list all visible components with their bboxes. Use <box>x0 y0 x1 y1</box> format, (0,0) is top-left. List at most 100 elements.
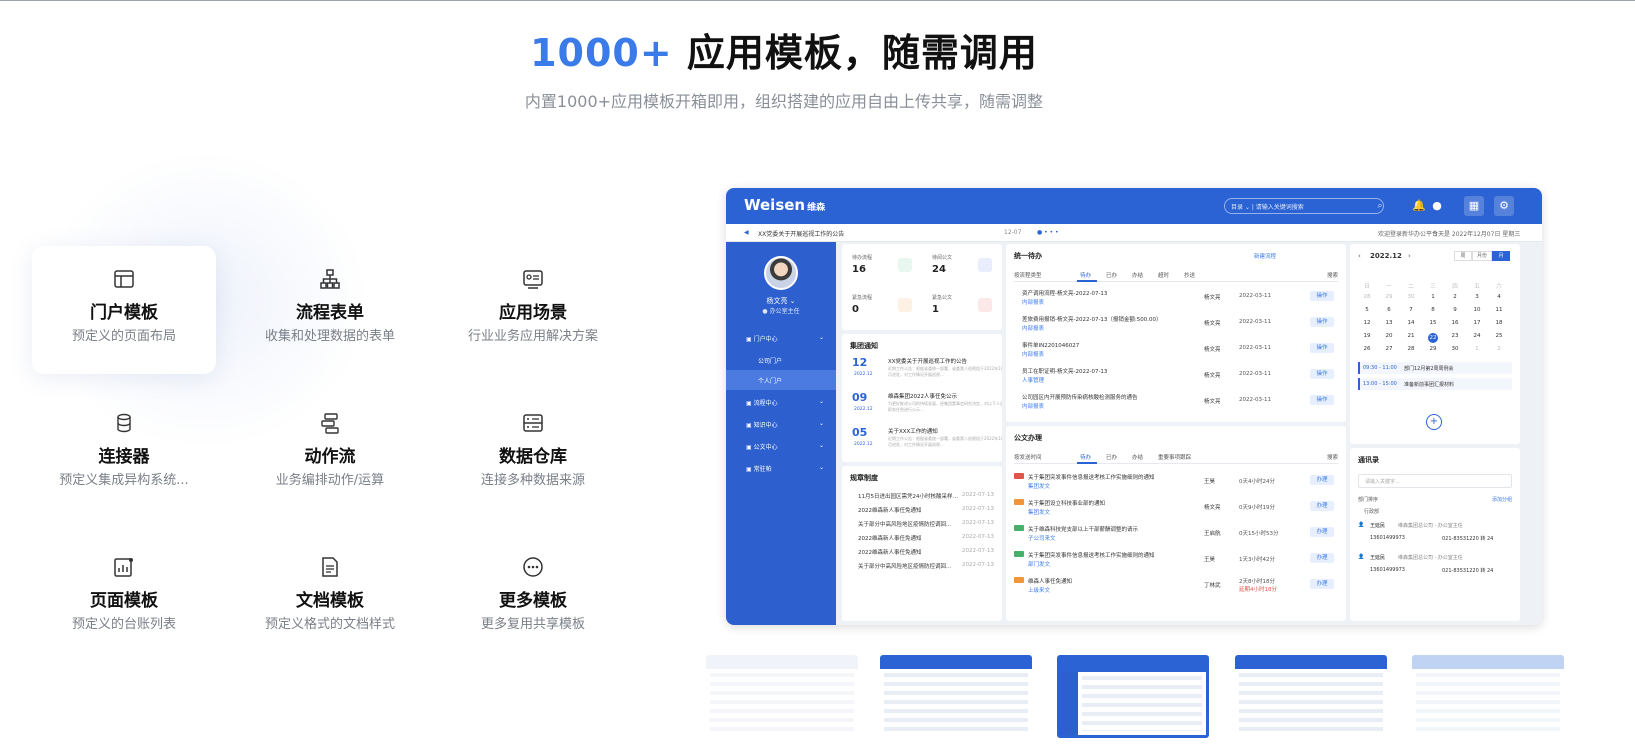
notice-text[interactable]: XX党委关于开展巡视工作的公告 <box>758 229 844 238</box>
calendar-day[interactable]: 3 <box>1466 294 1488 300</box>
list-item[interactable]: 11月5日进出园区需凭24小时核酸采样… 2022-07-13 <box>850 490 994 502</box>
list-item[interactable]: 2022维森新人事任免通知 2022-07-13 <box>850 546 994 558</box>
tab-finished[interactable]: 办结 <box>1132 271 1143 279</box>
operate-button[interactable]: 操作 <box>1310 395 1334 405</box>
calendar-day[interactable]: 12 <box>1356 320 1378 326</box>
table-row[interactable]: 关于维森科技党支部以上干部薪酬调整的请示 子公司来文 王启航 0天15小时53分 办… <box>1014 522 1338 547</box>
calendar-day[interactable]: 18 <box>1488 320 1510 326</box>
feature-document-template[interactable]: 文档模板 预定义格式的文档样式 <box>238 534 422 662</box>
list-item[interactable]: 09 2022.12 维森集团2022人事任免公示 为更好推进公司的持续发展，经… <box>850 391 1002 426</box>
handle-button[interactable]: 办理 <box>1310 475 1334 485</box>
tab-cc[interactable]: 抄送 <box>1184 271 1195 279</box>
tab-todo[interactable]: 待办 <box>1080 453 1091 461</box>
tab-done[interactable]: 已办 <box>1106 453 1117 461</box>
calendar-day[interactable]: 30 <box>1444 346 1466 352</box>
calendar-day[interactable]: 22 <box>1428 333 1438 343</box>
group-name[interactable]: 行政部 <box>1364 508 1379 515</box>
tab-timeout[interactable]: 超时 <box>1158 271 1169 279</box>
sidebar-item-company-portal[interactable]: 公司门户 <box>726 350 836 370</box>
calendar-day[interactable]: 15 <box>1422 320 1444 326</box>
calendar-day[interactable]: 2 <box>1444 294 1466 300</box>
handle-button[interactable]: 办理 <box>1310 579 1334 589</box>
operate-button[interactable]: 操作 <box>1310 291 1334 301</box>
sidebar-item-portal-center[interactable]: ▣ 门户中心 ⌄ <box>726 328 836 348</box>
apps-grid-icon[interactable]: ▦ <box>1464 196 1484 216</box>
tab-tracking[interactable]: 重要事项跟踪 <box>1158 453 1191 461</box>
table-row[interactable]: 资产调用流程-杨文亮-2022-07-13 内部报表 杨文亮 2022-03-11 … <box>1014 286 1338 311</box>
calendar-day[interactable]: 28 <box>1356 294 1378 300</box>
new-flow-link[interactable]: 新建流程 <box>1254 252 1276 260</box>
calendar-day[interactable]: 17 <box>1466 320 1488 326</box>
list-item[interactable]: 2022维森新人事任免通知 2022-07-13 <box>850 504 994 516</box>
list-item[interactable]: 关于部分中高风险地区疫情防控调回… 2022-07-13 <box>850 560 994 572</box>
feature-action-flow[interactable]: 动作流 业务编排动作/运算 <box>238 390 422 518</box>
sidebar-item-resident[interactable]: ▣ 常驻帕 ⌄ <box>726 458 836 478</box>
list-item[interactable]: 关于部分中高风险地区疫情防控调回… 2022-07-13 <box>850 518 994 530</box>
handle-button[interactable]: 办理 <box>1310 501 1334 511</box>
template-thumb-2[interactable] <box>880 655 1032 738</box>
calendar-day[interactable]: 20 <box>1378 333 1400 339</box>
calendar-day[interactable]: 5 <box>1356 307 1378 313</box>
tab-todo[interactable]: 待办 <box>1080 271 1091 279</box>
table-row[interactable]: 关于集团突发事件信息报送考核工作实施细则的通知 集团发文 王昊 0天4小时24分 办… <box>1014 470 1338 495</box>
user-name[interactable]: 杨文亮 ⌄ <box>726 296 836 306</box>
calendar-event[interactable]: 13:00 - 15:00 准备新前事团汇报材料 <box>1358 378 1512 390</box>
calendar-day[interactable]: 11 <box>1488 307 1510 313</box>
dept-sort-dropdown[interactable]: 部门排序 <box>1358 496 1378 503</box>
add-group-link[interactable]: 添加分组 <box>1492 496 1512 503</box>
calendar-day[interactable]: 29 <box>1422 346 1444 352</box>
calendar-day[interactable]: 6 <box>1378 307 1400 313</box>
calendar-day[interactable]: 7 <box>1400 307 1422 313</box>
gear-icon[interactable]: ⚙ <box>1494 196 1514 216</box>
next-month-icon[interactable]: › <box>1408 252 1411 260</box>
calendar-day[interactable]: 1 <box>1466 346 1488 352</box>
calendar-day[interactable]: 25 <box>1488 333 1510 339</box>
feature-data-warehouse[interactable]: 数据仓库 连接多种数据来源 <box>441 390 625 518</box>
calendar-day[interactable]: 14 <box>1400 320 1422 326</box>
calendar-day[interactable]: 9 <box>1444 307 1466 313</box>
calendar-day[interactable]: 10 <box>1466 307 1488 313</box>
stat-value[interactable]: 1 <box>932 304 939 315</box>
operate-button[interactable]: 操作 <box>1310 369 1334 379</box>
table-row[interactable]: 维森人事任免通知 上级来文 丁林武 2天8小时18分 延期4小时18分 办理 <box>1014 574 1338 599</box>
table-row[interactable]: 关于集团突发事件信息报送考核工作实施细则的通知 部门发文 王昊 1天3小时42分 办… <box>1014 548 1338 573</box>
calendar-day[interactable]: 13 <box>1378 320 1400 326</box>
calendar-day[interactable]: 2 <box>1488 346 1510 352</box>
bell-icon[interactable]: 🔔 <box>1411 198 1427 214</box>
list-item[interactable]: 05 2022.12 关于XXX工作的通知 近期工作公告：根据省委统一部署，省委… <box>850 426 1002 461</box>
template-thumb-4[interactable] <box>1235 655 1387 738</box>
calendar-day[interactable]: 27 <box>1378 346 1400 352</box>
calendar-day[interactable]: 24 <box>1466 333 1488 339</box>
list-item[interactable]: 2022维森新人事任免通知 2022-07-13 <box>850 532 994 544</box>
calendar-day[interactable]: 28 <box>1400 346 1422 352</box>
list-item[interactable]: 12 2022.12 XX党委关于开展巡视工作的公告 近期工作公告：根据省委统一… <box>850 356 1002 391</box>
calendar-day[interactable]: 30 <box>1400 294 1422 300</box>
operate-button[interactable]: 操作 <box>1310 317 1334 327</box>
feature-flow-form[interactable]: 流程表单 收集和处理数据的表单 <box>238 246 422 374</box>
calendar-day[interactable]: 26 <box>1356 346 1378 352</box>
app-search-input[interactable]: 目录 ⌄ | 请输入关键词搜索 <box>1224 198 1384 214</box>
notice-pager-icon[interactable]: ● • • • <box>1037 229 1059 236</box>
calendar-day[interactable]: 16 <box>1444 320 1466 326</box>
template-thumb-3[interactable] <box>1057 655 1209 738</box>
feature-more-templates[interactable]: 更多模板 更多复用共享模板 <box>441 534 625 662</box>
table-row[interactable]: 公司园区内开展预防传染病核酸检测服务的通告 内部报表 杨文亮 2022-03-11 … <box>1014 390 1338 415</box>
sidebar-item-process-center[interactable]: ▣ 流程中心 ⌄ <box>726 392 836 412</box>
view-week-button[interactable]: 周 <box>1454 251 1472 261</box>
table-row[interactable]: 差旅费用报销-杨文亮-2022-07-13（报销金额:500.00） 内部报表 杨… <box>1014 312 1338 337</box>
handle-button[interactable]: 办理 <box>1310 527 1334 537</box>
feature-connector[interactable]: 连接器 预定义集成异构系统... <box>32 390 216 518</box>
feature-page-template[interactable]: 页面模板 预定义的台账列表 <box>32 534 216 662</box>
calendar-event[interactable]: 09:30 - 11:00 部门12月第2周周例会 <box>1358 362 1512 374</box>
calendar-day[interactable]: 19 <box>1356 333 1378 339</box>
list-item[interactable]: 👤 王延民 维森集团总公司 · 办公室主任 13601499973 021-83… <box>1358 520 1512 550</box>
search-link[interactable]: 搜索 <box>1327 453 1338 461</box>
feature-portal-template[interactable]: 门户模板 预定义的页面布局 <box>32 246 216 374</box>
prev-month-icon[interactable]: ‹ <box>1358 252 1361 260</box>
calendar-day[interactable]: 21 <box>1400 333 1422 339</box>
list-item[interactable]: 👤 王延民 维森集团总公司 · 办公室主任 13601499973 021-83… <box>1358 552 1512 582</box>
calendar-day[interactable]: 23 <box>1444 333 1466 339</box>
stat-value[interactable]: 0 <box>852 304 859 315</box>
tab-done[interactable]: 已办 <box>1106 271 1117 279</box>
contact-search-input[interactable]: 请输入关键字... <box>1358 474 1512 488</box>
